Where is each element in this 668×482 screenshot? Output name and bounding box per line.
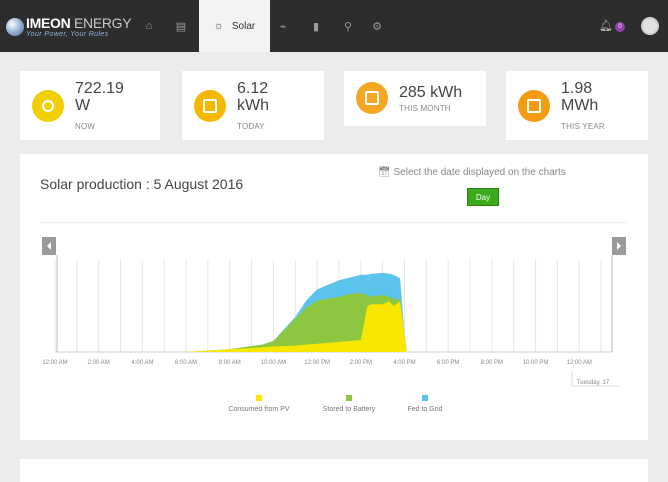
stat-month-value: 285 kWh <box>399 84 463 101</box>
x-tick-label: 12:00 AM <box>42 360 67 366</box>
stat-year-label: THIS YEAR <box>561 122 605 131</box>
chart-areas <box>186 272 407 352</box>
nav-tab-solar-label: Solar <box>231 20 256 32</box>
x-tick-label: 4:00 PM <box>393 360 415 366</box>
logo-globe-icon <box>6 18 24 36</box>
stat-year-value: 1.98 MWh <box>561 80 599 114</box>
home-icon: ⌂ <box>145 20 153 32</box>
solar-sun-icon: ☼ <box>213 20 224 32</box>
stat-today-label: TODAY <box>237 122 265 131</box>
stat-card-today: 6.12 kWh TODAY <box>182 71 324 140</box>
nav-home[interactable]: ⌂ <box>136 0 162 52</box>
calendar-day-icon <box>194 90 226 122</box>
x-secondary-label: Tuesday, 17 <box>577 380 610 386</box>
x-tick-label: 2:00 AM <box>88 360 110 366</box>
x-tick-label: 4:00 AM <box>131 360 153 366</box>
x-tick-label: 12:00 AM <box>567 360 592 366</box>
legend-label: Consumed from PV <box>228 406 289 413</box>
solar-production-chart: 12:00 AM 2:00 AM 4:00 AM 6:00 AM 8:00 AM 10:0… <box>42 237 626 413</box>
stat-card-year: 1.98 MWh THIS YEAR <box>506 71 648 140</box>
nav-settings[interactable]: ⚙ <box>364 0 390 52</box>
legend-swatch <box>256 395 262 401</box>
calendar-year-icon <box>518 90 550 122</box>
legend-swatch <box>422 395 428 401</box>
location-pin-icon: ⚲ <box>343 20 353 33</box>
x-tick-label: 12:00 PM <box>304 360 330 366</box>
x-tick-label: 6:00 AM <box>175 360 197 366</box>
legend-label: Stored to Battery <box>323 406 376 413</box>
x-tick-label: 2:00 PM <box>350 360 372 366</box>
notifications-badge: 0 <box>615 22 625 32</box>
nav-plug[interactable]: ⌁ <box>270 0 296 52</box>
legend-label: Fed to Grid <box>407 406 442 413</box>
x-tick-label: 8:00 AM <box>219 360 241 366</box>
chart-legend: Consumed from PV Stored to Battery Fed to … <box>228 395 443 413</box>
x-tick-label: 8:00 PM <box>481 360 503 366</box>
notifications-bell-icon[interactable]: 🔔︎ <box>599 19 613 32</box>
stat-month-label: THIS MONTH <box>399 104 451 113</box>
solar-production-panel: Solar production : 5 August 2016 📅︎ Sele… <box>20 154 648 440</box>
nav-dashboard[interactable]: ▤ <box>168 0 194 52</box>
nav-location[interactable]: ⚲ <box>335 0 361 52</box>
logo-title: IMEON ENERGY <box>26 15 132 31</box>
gauge-icon <box>32 90 64 122</box>
stat-now-label: NOW <box>75 122 96 131</box>
calendar-month-icon <box>356 82 388 114</box>
top-navbar: IMEON ENERGY Your Power, Your Rules ⌂ ▤ … <box>0 0 668 52</box>
battery-icon: ▮ <box>312 20 320 33</box>
x-tick-label: 6:00 PM <box>437 360 459 366</box>
stat-card-month: 285 kWh THIS MONTH <box>344 71 486 126</box>
stat-now-value: 722.19 W <box>75 80 124 114</box>
stat-card-now: 722.19 W NOW <box>20 71 160 140</box>
nav-battery[interactable]: ▮ <box>303 0 329 52</box>
imeon-logo[interactable]: IMEON ENERGY Your Power, Your Rules <box>6 14 156 40</box>
dashboard-chart-icon: ▤ <box>175 20 187 33</box>
x-tick-label: 10:00 PM <box>523 360 549 366</box>
plug-icon: ⌁ <box>279 20 287 33</box>
stat-today-value: 6.12 kWh <box>237 80 269 114</box>
x-tick-label: 10:00 AM <box>261 360 286 366</box>
chart-x-ticks: 12:00 AM 2:00 AM 4:00 AM 6:00 AM 8:00 AM 10:0… <box>42 360 620 387</box>
nav-tab-solar[interactable]: ☼ Solar <box>199 0 270 52</box>
user-avatar[interactable] <box>641 17 659 35</box>
next-panel <box>20 459 648 482</box>
settings-gears-icon: ⚙ <box>372 20 382 33</box>
logo-tagline: Your Power, Your Rules <box>26 31 109 38</box>
legend-swatch <box>346 395 352 401</box>
